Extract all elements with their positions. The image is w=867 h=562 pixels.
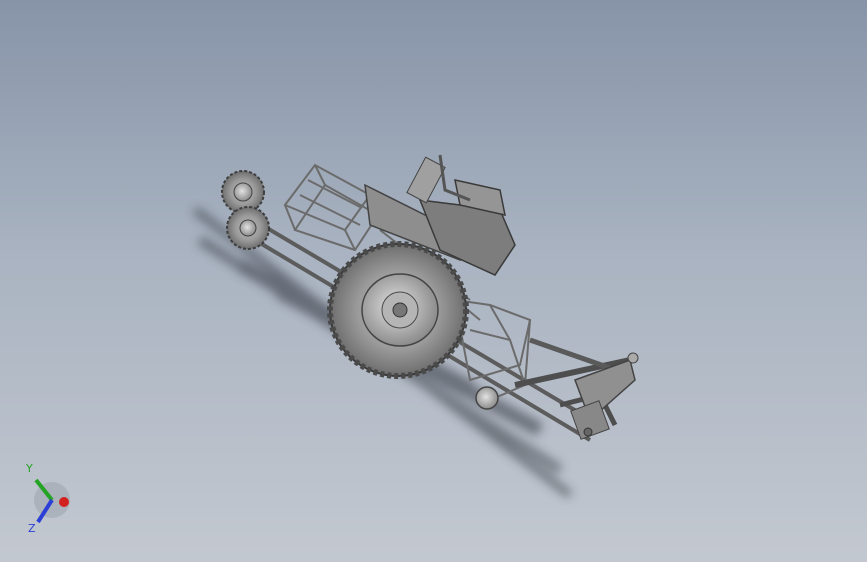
z-axis-label: Z: [28, 522, 36, 535]
caster-wheel[interactable]: [475, 386, 499, 410]
rear-wheel-lower[interactable]: [226, 206, 270, 250]
y-axis-label: Y: [25, 462, 33, 475]
x-axis-dot: [59, 497, 69, 507]
main-wheel[interactable]: [327, 241, 469, 379]
coordinate-triad: Y Z: [25, 462, 70, 535]
rear-wheel-upper[interactable]: [221, 170, 265, 214]
3d-model-view[interactable]: [0, 0, 867, 562]
graphics-viewport[interactable]: Y Z: [0, 0, 867, 562]
